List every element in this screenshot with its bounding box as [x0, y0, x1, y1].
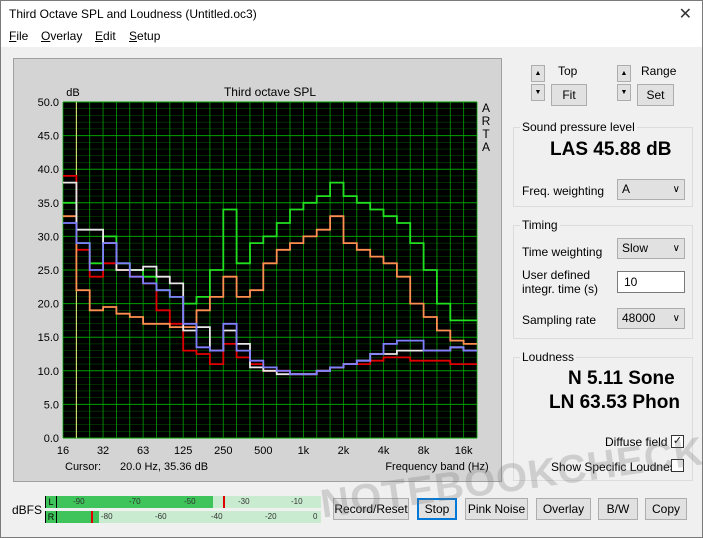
meter-tick: -80 [101, 512, 113, 521]
menu-file[interactable]: File [9, 29, 28, 43]
bw-button[interactable]: B/W [598, 498, 638, 520]
y-tick-label: 45.0 [38, 131, 59, 143]
x-tick-label: 16 [57, 445, 69, 457]
x-tick-label: 250 [214, 445, 232, 457]
meter-right-peak [91, 511, 93, 523]
range-up-spin[interactable]: ▲ [617, 65, 631, 82]
loudness-group-title: Loudness [520, 350, 577, 364]
right-level-meter: R -80 -60 -40 -20 0 [45, 511, 321, 523]
spl-plot-panel[interactable]: 0.0 5.0 10.0 15.0 20.0 25.0 30.0 35.0 40.0 45.0 50… [13, 58, 502, 482]
y-tick-label: 5.0 [44, 399, 59, 411]
x-tick-label: 500 [254, 445, 272, 457]
meter-tick: -70 [129, 497, 141, 506]
time-weighting-label: Time weighting [522, 245, 603, 259]
x-tick-label: 4k [378, 445, 390, 457]
window-title: Third Octave SPL and Loudness (Untitled.… [9, 7, 257, 21]
y-tick-label: 25.0 [38, 265, 59, 277]
top-down-spin[interactable]: ▼ [531, 84, 545, 101]
chevron-down-icon: ∨ [672, 184, 680, 195]
y-tick-label: 20.0 [38, 299, 59, 311]
meter-tick: -90 [73, 497, 85, 506]
meter-tick: -10 [291, 497, 303, 506]
menu-bar: File Overlay Edit Setup [1, 27, 702, 47]
meter-left-scale [213, 496, 321, 508]
arta-letter: A [482, 101, 490, 115]
meter-right-label: R [46, 511, 56, 523]
meter-tick: -40 [211, 512, 223, 521]
range-label: Range [641, 64, 677, 78]
y-tick-label: 35.0 [38, 198, 59, 210]
arta-letter: R [482, 114, 491, 128]
user-time-label-1: User defined [522, 268, 591, 282]
spl-value: LAS 45.88 dB [550, 139, 672, 160]
meter-right-scale [99, 511, 321, 523]
x-tick-label: 63 [137, 445, 149, 457]
freq-weighting-label: Freq. weighting [522, 184, 605, 198]
sampling-rate-select[interactable]: 48000 ∨ [617, 308, 685, 329]
y-tick-label: 15.0 [38, 332, 59, 344]
x-tick-label: 8k [418, 445, 430, 457]
y-tick-label: 50.0 [38, 97, 59, 109]
user-time-label-2: integr. time (s) [522, 282, 599, 296]
meter-left-label: L [46, 496, 56, 508]
meter-tick: -20 [265, 512, 277, 521]
x-tick-label: 2k [338, 445, 350, 457]
meter-tick: -30 [238, 497, 250, 506]
x-tick-label: 32 [97, 445, 109, 457]
menu-edit[interactable]: Edit [95, 29, 116, 43]
spl-group-title: Sound pressure level [520, 120, 637, 134]
y-tick-label: 30.0 [38, 231, 59, 243]
time-weighting-select[interactable]: Slow ∨ [617, 238, 685, 259]
meter-tick: 0 [313, 512, 318, 521]
menu-setup[interactable]: Setup [129, 29, 160, 43]
x-tick-label: 16k [455, 445, 473, 457]
y-axis-label: dB [66, 87, 79, 99]
phon-value: LN 63.53 Phon [549, 392, 680, 413]
range-down-spin[interactable]: ▼ [617, 84, 631, 101]
x-tick-label: 1k [298, 445, 310, 457]
y-tick-label: 10.0 [38, 366, 59, 378]
top-label: Top [558, 64, 578, 78]
dbfs-label: dBFS [12, 503, 43, 517]
title-bar: Third Octave SPL and Loudness (Untitled.… [1, 1, 702, 27]
left-level-meter: L -90 -70 -50 -30 -10 [45, 496, 321, 508]
cursor-value: 20.0 Hz, 35.36 dB [120, 461, 208, 473]
chevron-down-icon: ∨ [672, 313, 680, 324]
sone-value: N 5.11 Sone [568, 368, 675, 389]
y-tick-label: 0.0 [44, 433, 59, 445]
top-up-spin[interactable]: ▲ [531, 65, 545, 82]
freq-weighting-select[interactable]: A ∨ [617, 179, 685, 200]
close-icon[interactable]: ✕ [679, 4, 692, 24]
chart-title: Third octave SPL [224, 85, 316, 99]
copy-button[interactable]: Copy [645, 498, 687, 520]
meter-tick: -50 [184, 497, 196, 506]
timing-group-title: Timing [520, 218, 560, 232]
y-tick-label: 40.0 [38, 164, 59, 176]
set-button[interactable]: Set [637, 84, 674, 106]
arta-letter: A [482, 140, 490, 154]
meter-left-peak [223, 496, 225, 508]
cursor-label: Cursor: [65, 461, 101, 473]
menu-overlay[interactable]: Overlay [41, 29, 82, 43]
sampling-rate-label: Sampling rate [522, 313, 597, 327]
chevron-down-icon: ∨ [672, 243, 680, 254]
overlay-button[interactable]: Overlay [536, 498, 591, 520]
x-tick-label: 125 [174, 445, 192, 457]
spl-chart[interactable]: 0.0 5.0 10.0 15.0 20.0 25.0 30.0 35.0 40.0 45.0 50… [14, 59, 501, 481]
integration-time-input[interactable]: 10 [617, 271, 685, 293]
fit-button[interactable]: Fit [551, 84, 587, 106]
arta-letter: T [482, 127, 490, 141]
meter-tick: -60 [155, 512, 167, 521]
app-window: Third Octave SPL and Loudness (Untitled.… [0, 0, 703, 538]
